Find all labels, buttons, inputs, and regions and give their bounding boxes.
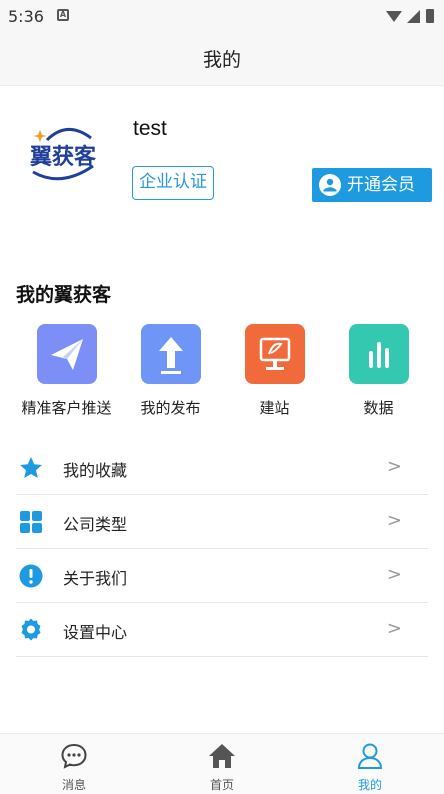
- menu-item-company-type[interactable]: 公司类型 >: [16, 495, 428, 549]
- chevron-right-icon: >: [386, 456, 402, 477]
- profile-card: 翼获客 test 企业认证 开通会员: [0, 87, 444, 247]
- home-icon: [209, 744, 235, 768]
- system-status-icons: [386, 9, 434, 23]
- app-bar: 我的: [0, 34, 444, 86]
- notification-icon: A: [57, 9, 69, 21]
- star-icon: [20, 457, 42, 478]
- bar-chart-icon: [348, 324, 409, 384]
- username: test: [133, 117, 167, 140]
- grid-icon: [20, 511, 42, 533]
- menu-label: 关于我们: [63, 569, 128, 588]
- tab-mine[interactable]: 我的: [296, 734, 444, 794]
- feature-my-posts[interactable]: 我的发布: [115, 323, 226, 423]
- menu-label: 设置中心: [63, 623, 128, 642]
- settings-menu: 我的收藏 > 公司类型 > 关于我们 > 设置中心 >: [16, 441, 428, 657]
- tab-label: 首页: [209, 778, 234, 792]
- tab-label: 我的: [357, 778, 382, 792]
- menu-item-about-us[interactable]: 关于我们 >: [16, 549, 428, 603]
- menu-item-settings[interactable]: 设置中心 >: [16, 603, 428, 657]
- feature-label: 我的发布: [140, 399, 201, 417]
- upload-arrow-icon: [140, 324, 201, 384]
- info-icon: [19, 564, 43, 588]
- bottom-tab-bar: 消息 首页 我的: [0, 733, 444, 794]
- company-logo: 翼获客: [30, 128, 97, 181]
- gear-icon: [21, 618, 41, 641]
- svg-text:翼获客: 翼获客: [30, 144, 97, 170]
- status-bar: 5:36 A: [0, 0, 444, 34]
- menu-label: 公司类型: [63, 515, 128, 534]
- monitor-icon: [244, 324, 305, 384]
- feature-label: 建站: [259, 399, 290, 417]
- feature-label: 精准客户推送: [21, 399, 112, 417]
- tab-messages[interactable]: 消息: [0, 734, 148, 794]
- section-title: 我的翼获客: [16, 284, 112, 306]
- paper-plane-icon: [36, 324, 97, 384]
- feature-build-site[interactable]: 建站: [219, 323, 330, 423]
- open-membership-label: 开通会员: [347, 175, 415, 195]
- shield-person-icon: [319, 174, 341, 196]
- person-icon: [357, 743, 383, 769]
- chat-icon: [61, 743, 87, 769]
- page-title: 我的: [202, 49, 241, 71]
- chevron-right-icon: >: [386, 564, 402, 585]
- chevron-right-icon: >: [386, 510, 402, 531]
- menu-label: 我的收藏: [63, 461, 128, 480]
- enterprise-certification-button[interactable]: 企业认证: [132, 166, 214, 200]
- feature-label: 数据: [363, 399, 394, 417]
- menu-item-favorites[interactable]: 我的收藏 >: [16, 441, 428, 495]
- feature-grid: 精准客户推送 我的发布 建站 数据: [0, 323, 444, 423]
- open-membership-button[interactable]: 开通会员: [312, 168, 432, 202]
- tab-label: 消息: [61, 778, 86, 792]
- feature-data[interactable]: 数据: [323, 323, 434, 423]
- chevron-right-icon: >: [386, 618, 402, 639]
- feature-precise-customer-push[interactable]: 精准客户推送: [11, 323, 122, 423]
- status-time: 5:36: [8, 7, 44, 26]
- tab-home[interactable]: 首页: [148, 734, 296, 794]
